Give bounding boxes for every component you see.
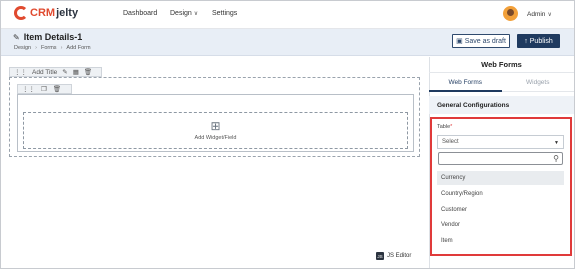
panel-title: Web Forms — [429, 57, 574, 73]
row-toolbar: ⋮⋮ ❐ 🗑 — [17, 84, 73, 94]
breadcrumb-item: Add Form — [66, 45, 91, 51]
table-field-label: Table* — [437, 124, 452, 130]
dropdown-option[interactable]: Country/Region — [437, 187, 564, 201]
dropdown-search-input[interactable]: ⚲ — [438, 152, 563, 165]
dropdown-option[interactable]: Item — [437, 234, 564, 248]
dropdown-option[interactable]: Currency — [437, 171, 564, 185]
nav-design-label: Design — [170, 10, 192, 17]
tab-widgets[interactable]: Widgets — [501, 74, 574, 92]
publish-label: Publish — [529, 37, 553, 45]
publish-button[interactable]: ↑ Publish — [517, 34, 560, 48]
nav-design[interactable]: Design ∨ — [170, 10, 198, 17]
js-editor-button[interactable]: JS JS Editor — [376, 252, 411, 260]
settings-icon[interactable]: ▦ — [73, 68, 79, 76]
save-draft-label: Save as draft — [464, 37, 506, 45]
upload-icon: ↑ — [524, 37, 528, 45]
drag-handle-icon[interactable]: ⋮⋮ — [22, 85, 35, 93]
pencil-icon[interactable]: ✎ — [13, 33, 20, 42]
drag-handle-icon[interactable]: ⋮⋮ — [14, 68, 27, 76]
chevron-down-icon: ∨ — [193, 11, 199, 17]
logo-text-jelty: jelty — [56, 7, 79, 19]
nav-settings[interactable]: Settings — [212, 10, 237, 17]
logo-icon — [14, 6, 28, 20]
section-toolbar: ⋮⋮ Add Title ✎ ▦ 🗑 — [9, 67, 103, 77]
page-title: Item Details-1 — [23, 32, 83, 42]
breadcrumb-item[interactable]: Forms — [41, 45, 57, 51]
add-widget-icon: ⊞ — [210, 119, 221, 133]
delete-icon[interactable]: 🗑 — [53, 85, 61, 93]
breadcrumb-separator: › — [60, 45, 63, 51]
breadcrumb-separator: › — [35, 45, 37, 51]
breadcrumb: Design › Forms › Add Form — [14, 45, 91, 51]
table-select[interactable]: Select ▼ — [437, 135, 564, 149]
panel-tabs: Web Forms Widgets — [429, 74, 574, 92]
required-mark: * — [450, 124, 453, 130]
save-draft-button[interactable]: ▣ Save as draft — [452, 34, 510, 48]
avatar[interactable] — [503, 6, 518, 21]
delete-icon[interactable]: 🗑 — [84, 68, 92, 76]
search-icon: ⚲ — [553, 154, 559, 163]
section-title[interactable]: Add Title — [32, 69, 57, 76]
user-name: Admin — [527, 11, 546, 18]
code-icon: JS — [376, 252, 384, 260]
pencil-icon[interactable]: ✎ — [62, 68, 67, 76]
select-value: Select — [442, 139, 459, 145]
nav-dashboard[interactable]: Dashboard — [123, 10, 157, 17]
logo[interactable]: CRM jelty — [14, 6, 78, 20]
top-navbar — [1, 1, 574, 29]
logo-text-crm: CRM — [30, 7, 56, 19]
tab-web-forms[interactable]: Web Forms — [429, 74, 502, 92]
general-configurations-header: General Configurations — [429, 96, 574, 114]
dropdown-option[interactable]: Vendor — [437, 218, 564, 232]
title-row: ✎ Item Details-1 — [13, 32, 82, 42]
add-widget-label: Add Widget/Field — [194, 135, 237, 141]
dropdown-option[interactable]: Customer — [437, 203, 564, 217]
copy-icon[interactable]: ❐ — [41, 85, 47, 93]
caret-down-icon: ▼ — [554, 140, 559, 146]
js-editor-label: JS Editor — [387, 253, 412, 259]
table-label-text: Table — [437, 124, 451, 130]
save-icon: ▣ — [456, 38, 463, 45]
user-menu[interactable]: Admin ∨ — [527, 11, 552, 18]
add-widget-dropzone[interactable]: ⊞ Add Widget/Field — [23, 112, 408, 149]
breadcrumb-item[interactable]: Design — [14, 45, 31, 51]
chevron-down-icon: ∨ — [547, 12, 552, 18]
